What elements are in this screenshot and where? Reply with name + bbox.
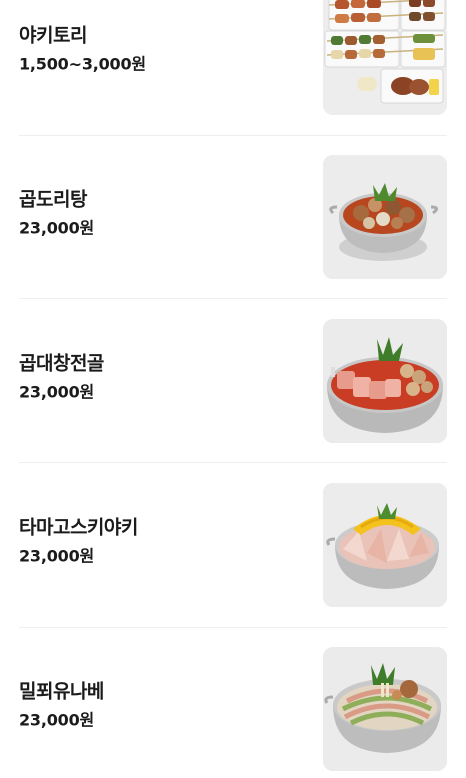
- menu-item-price: 23,000원: [19, 218, 95, 238]
- divider: [19, 462, 447, 463]
- menu-item-yakitori[interactable]: 야키토리 1,500~3,000원: [19, 0, 447, 115]
- menu-item-info: 야키토리 1,500~3,000원: [19, 23, 146, 76]
- menu-item-info: 곱대창전골 23,000원: [19, 351, 104, 404]
- menu-item-info: 타마고스키야키 23,000원: [19, 515, 138, 568]
- menu-item-price: 1,500~3,000원: [19, 54, 146, 74]
- divider: [19, 135, 447, 136]
- menu-item-name: 곱도리탕: [19, 188, 87, 211]
- menu-item-price: 23,000원: [19, 382, 95, 402]
- menu-item-millefeuille-nabe[interactable]: 밀푀유나베 23,000원: [19, 647, 447, 771]
- menu-item-name: 곱대창전골: [19, 352, 104, 375]
- menu-item-photo: [323, 647, 447, 771]
- menu-item-tamago-sukiyaki[interactable]: 타마고스키야키 23,000원: [19, 483, 447, 607]
- menu-list: 야키토리 1,500~3,000원 곱도리탕 23,000원 곱대창전골 23,…: [0, 0, 466, 778]
- menu-item-photo: [323, 483, 447, 607]
- menu-item-price: 23,000원: [19, 546, 95, 566]
- menu-item-name: 타마고스키야키: [19, 516, 138, 539]
- divider: [19, 627, 447, 628]
- menu-item-name: 야키토리: [19, 24, 87, 47]
- menu-item-photo: [323, 0, 447, 115]
- menu-item-info: 곱도리탕 23,000원: [19, 187, 94, 240]
- divider: [19, 298, 447, 299]
- menu-item-gopdaechang-jeongol[interactable]: 곱대창전골 23,000원: [19, 319, 447, 443]
- menu-item-info: 밀푀유나베 23,000원: [19, 679, 104, 732]
- menu-item-price: 23,000원: [19, 710, 95, 730]
- menu-item-photo: [323, 319, 447, 443]
- menu-item-photo: [323, 155, 447, 279]
- menu-item-gopdoritang[interactable]: 곱도리탕 23,000원: [19, 155, 447, 279]
- menu-item-name: 밀푀유나베: [19, 680, 104, 703]
